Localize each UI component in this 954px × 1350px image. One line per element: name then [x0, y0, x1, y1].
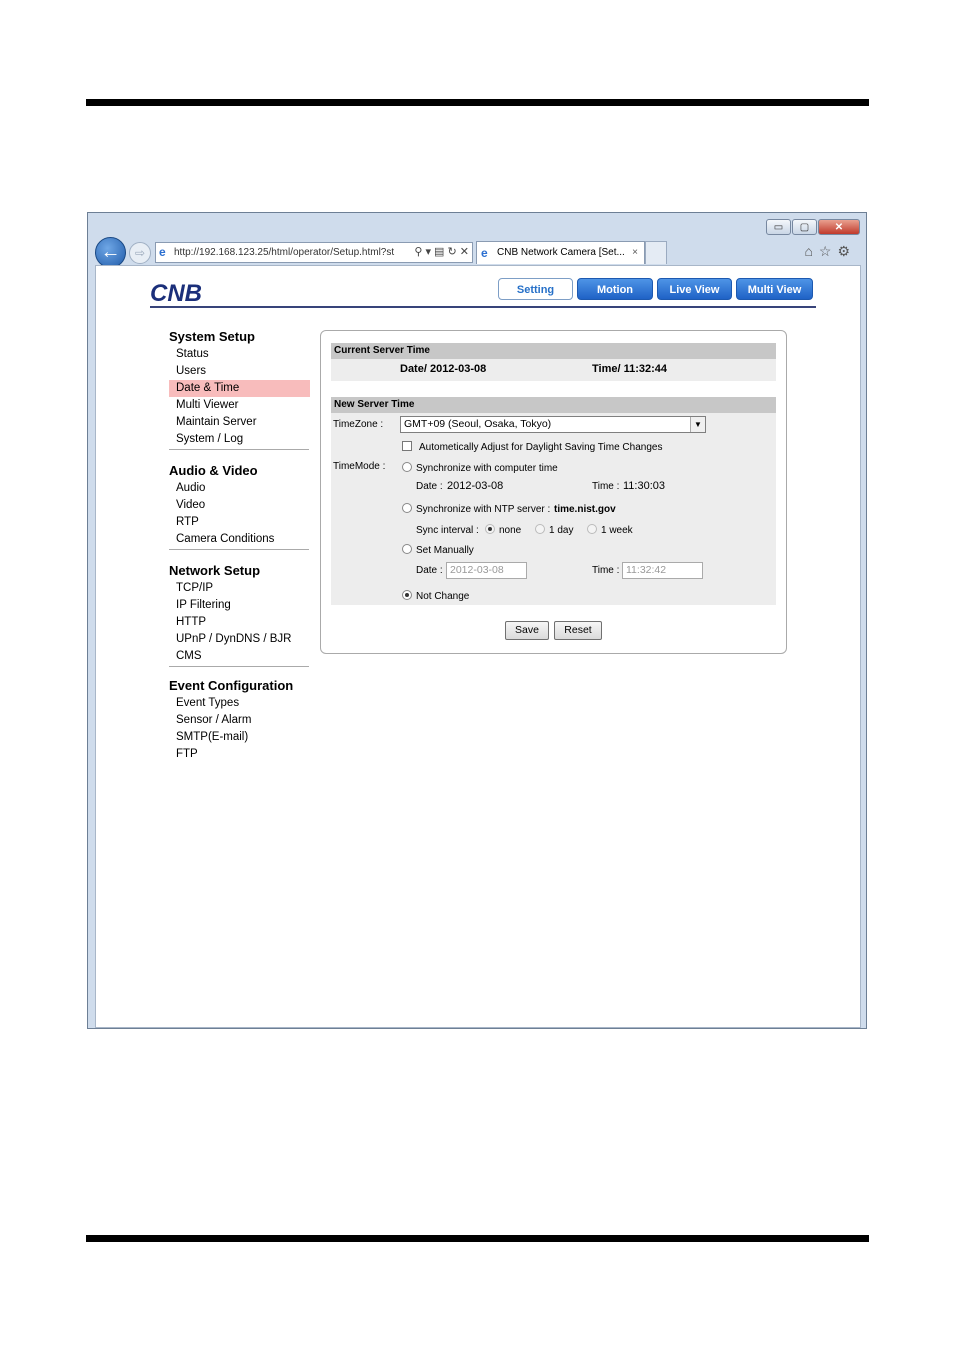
set-manually-radio[interactable]	[402, 544, 412, 554]
sidebar-item-http[interactable]: HTTP	[169, 614, 309, 631]
sidebar-item-ip-filtering[interactable]: IP Filtering	[169, 597, 309, 614]
sidebar-heading: Event Configuration	[169, 678, 294, 693]
chevron-down-icon[interactable]: ▼	[690, 417, 705, 432]
sidebar-heading: System Setup	[169, 329, 255, 344]
manual-time-label: Time :	[592, 565, 620, 576]
ie-logo-icon: e	[481, 246, 488, 260]
cnb-logo: CNB	[150, 280, 202, 304]
sidebar-divider	[169, 666, 309, 667]
new-tab-button[interactable]	[645, 241, 667, 264]
computer-time-label: Time :	[592, 481, 620, 492]
sidebar-item-maintain-server[interactable]: Maintain Server	[169, 414, 309, 431]
current-date: Date/ 2012-03-08	[400, 363, 487, 375]
sidebar-item-tcpip[interactable]: TCP/IP	[169, 580, 309, 597]
sidebar-item-sensor-alarm[interactable]: Sensor / Alarm	[169, 712, 309, 729]
cnb-logo-text: CNB	[150, 280, 202, 304]
sidebar-item-status[interactable]: Status	[169, 346, 309, 363]
computer-date: 2012-03-08	[447, 480, 504, 492]
sidebar-item-cms[interactable]: CMS	[169, 648, 309, 665]
tab-motion[interactable]: Motion	[577, 278, 653, 300]
minimize-button[interactable]: ▭	[766, 219, 791, 235]
computer-date-label: Date :	[416, 481, 443, 492]
browser-tab[interactable]: e CNB Network Camera [Set... ×	[476, 241, 645, 264]
sidebar-heading: Network Setup	[169, 563, 261, 578]
dst-checkbox[interactable]	[402, 441, 412, 451]
tab-multi-view[interactable]: Multi View	[736, 278, 813, 300]
sidebar-item-camera-conditions[interactable]: Camera Conditions	[169, 531, 309, 548]
page-rule-top	[86, 99, 869, 106]
page-viewport: CNB Setting Motion Live View Multi View …	[95, 265, 861, 1028]
sync-interval-label: Sync interval :	[416, 525, 479, 536]
computer-time: 11:30:03	[623, 480, 666, 492]
dst-label: Autometically Adjust for Daylight Saving…	[419, 442, 663, 453]
forward-arrow-icon[interactable]: ⇨	[129, 242, 151, 264]
address-tools-icon[interactable]: ⚲ ▾ ▤ ↻ ✕	[410, 243, 469, 262]
timemode-label: TimeMode :	[333, 461, 386, 472]
header-line	[150, 306, 816, 308]
sidebar-item-date-time[interactable]: Date & Time	[169, 380, 310, 397]
not-change-label: Not Change	[416, 591, 470, 602]
interval-1week-label: 1 week	[601, 525, 633, 536]
sidebar-divider	[169, 449, 309, 450]
home-favorites-tools-icons[interactable]: ⌂☆⚙	[804, 243, 856, 260]
reset-button[interactable]: Reset	[554, 621, 602, 640]
sidebar-item-video[interactable]: Video	[169, 497, 309, 514]
sync-computer-label: Synchronize with computer time	[416, 463, 558, 474]
sidebar-item-upnp[interactable]: UPnP / DynDNS / BJR	[169, 631, 309, 648]
tab-title: CNB Network Camera [Set...	[497, 247, 625, 258]
sidebar-item-users[interactable]: Users	[169, 363, 309, 380]
set-manually-label: Set Manually	[416, 545, 474, 556]
current-time: Time/ 11:32:44	[592, 363, 668, 375]
current-server-time-body	[331, 359, 776, 381]
sidebar-item-ftp[interactable]: FTP	[169, 746, 309, 763]
sync-computer-radio[interactable]	[402, 462, 412, 472]
current-server-time-header: Current Server Time	[331, 343, 776, 359]
timezone-label: TimeZone :	[333, 419, 384, 430]
manual-time-input[interactable]: 11:32:42	[622, 562, 703, 579]
sidebar: System Setup Status Users Date & Time Mu…	[169, 328, 310, 763]
sidebar-heading: Audio & Video	[169, 463, 258, 478]
window-controls: ▭ ▢ ✕	[766, 219, 860, 235]
address-text: http://192.168.123.25/html/operator/Setu…	[174, 247, 395, 258]
tab-live-view[interactable]: Live View	[657, 278, 732, 300]
close-window-button[interactable]: ✕	[818, 219, 860, 235]
ie-logo-icon: e	[159, 245, 166, 259]
address-bar[interactable]: e http://192.168.123.25/html/operator/Se…	[155, 242, 473, 263]
interval-none-radio[interactable]	[485, 524, 495, 534]
interval-1day-radio[interactable]	[535, 524, 545, 534]
browser-window: ▭ ▢ ✕ ← ⇨ e http://192.168.123.25/html/o…	[87, 212, 867, 1029]
sidebar-item-multi-viewer[interactable]: Multi Viewer	[169, 397, 309, 414]
sync-ntp-radio[interactable]	[402, 503, 412, 513]
maximize-button[interactable]: ▢	[792, 219, 817, 235]
save-button[interactable]: Save	[505, 621, 549, 640]
new-server-time-header: New Server Time	[331, 397, 776, 413]
timezone-select[interactable]: GMT+09 (Seoul, Osaka, Tokyo) ▼	[400, 416, 706, 433]
tab-setting[interactable]: Setting	[498, 278, 573, 300]
not-change-radio[interactable]	[402, 590, 412, 600]
interval-1week-radio[interactable]	[587, 524, 597, 534]
sidebar-item-system-log[interactable]: System / Log	[169, 431, 309, 448]
sidebar-item-audio[interactable]: Audio	[169, 480, 309, 497]
interval-none-label: none	[499, 525, 522, 536]
sidebar-divider	[169, 549, 309, 550]
interval-1day-label: 1 day	[549, 525, 574, 536]
manual-date-input[interactable]: 2012-03-08	[446, 562, 527, 579]
sync-ntp-label: Synchronize with NTP server :	[416, 504, 551, 515]
timezone-value: GMT+09 (Seoul, Osaka, Tokyo)	[404, 418, 552, 430]
sidebar-item-rtp[interactable]: RTP	[169, 514, 309, 531]
sidebar-item-event-types[interactable]: Event Types	[169, 695, 309, 712]
back-arrow-icon[interactable]: ←	[95, 237, 126, 268]
manual-date-label: Date :	[416, 565, 443, 576]
tab-close-icon[interactable]: ×	[632, 242, 638, 264]
page-rule-bottom	[86, 1235, 869, 1242]
sidebar-item-smtp[interactable]: SMTP(E-mail)	[169, 729, 309, 746]
ntp-server: time.nist.gov	[554, 504, 616, 515]
